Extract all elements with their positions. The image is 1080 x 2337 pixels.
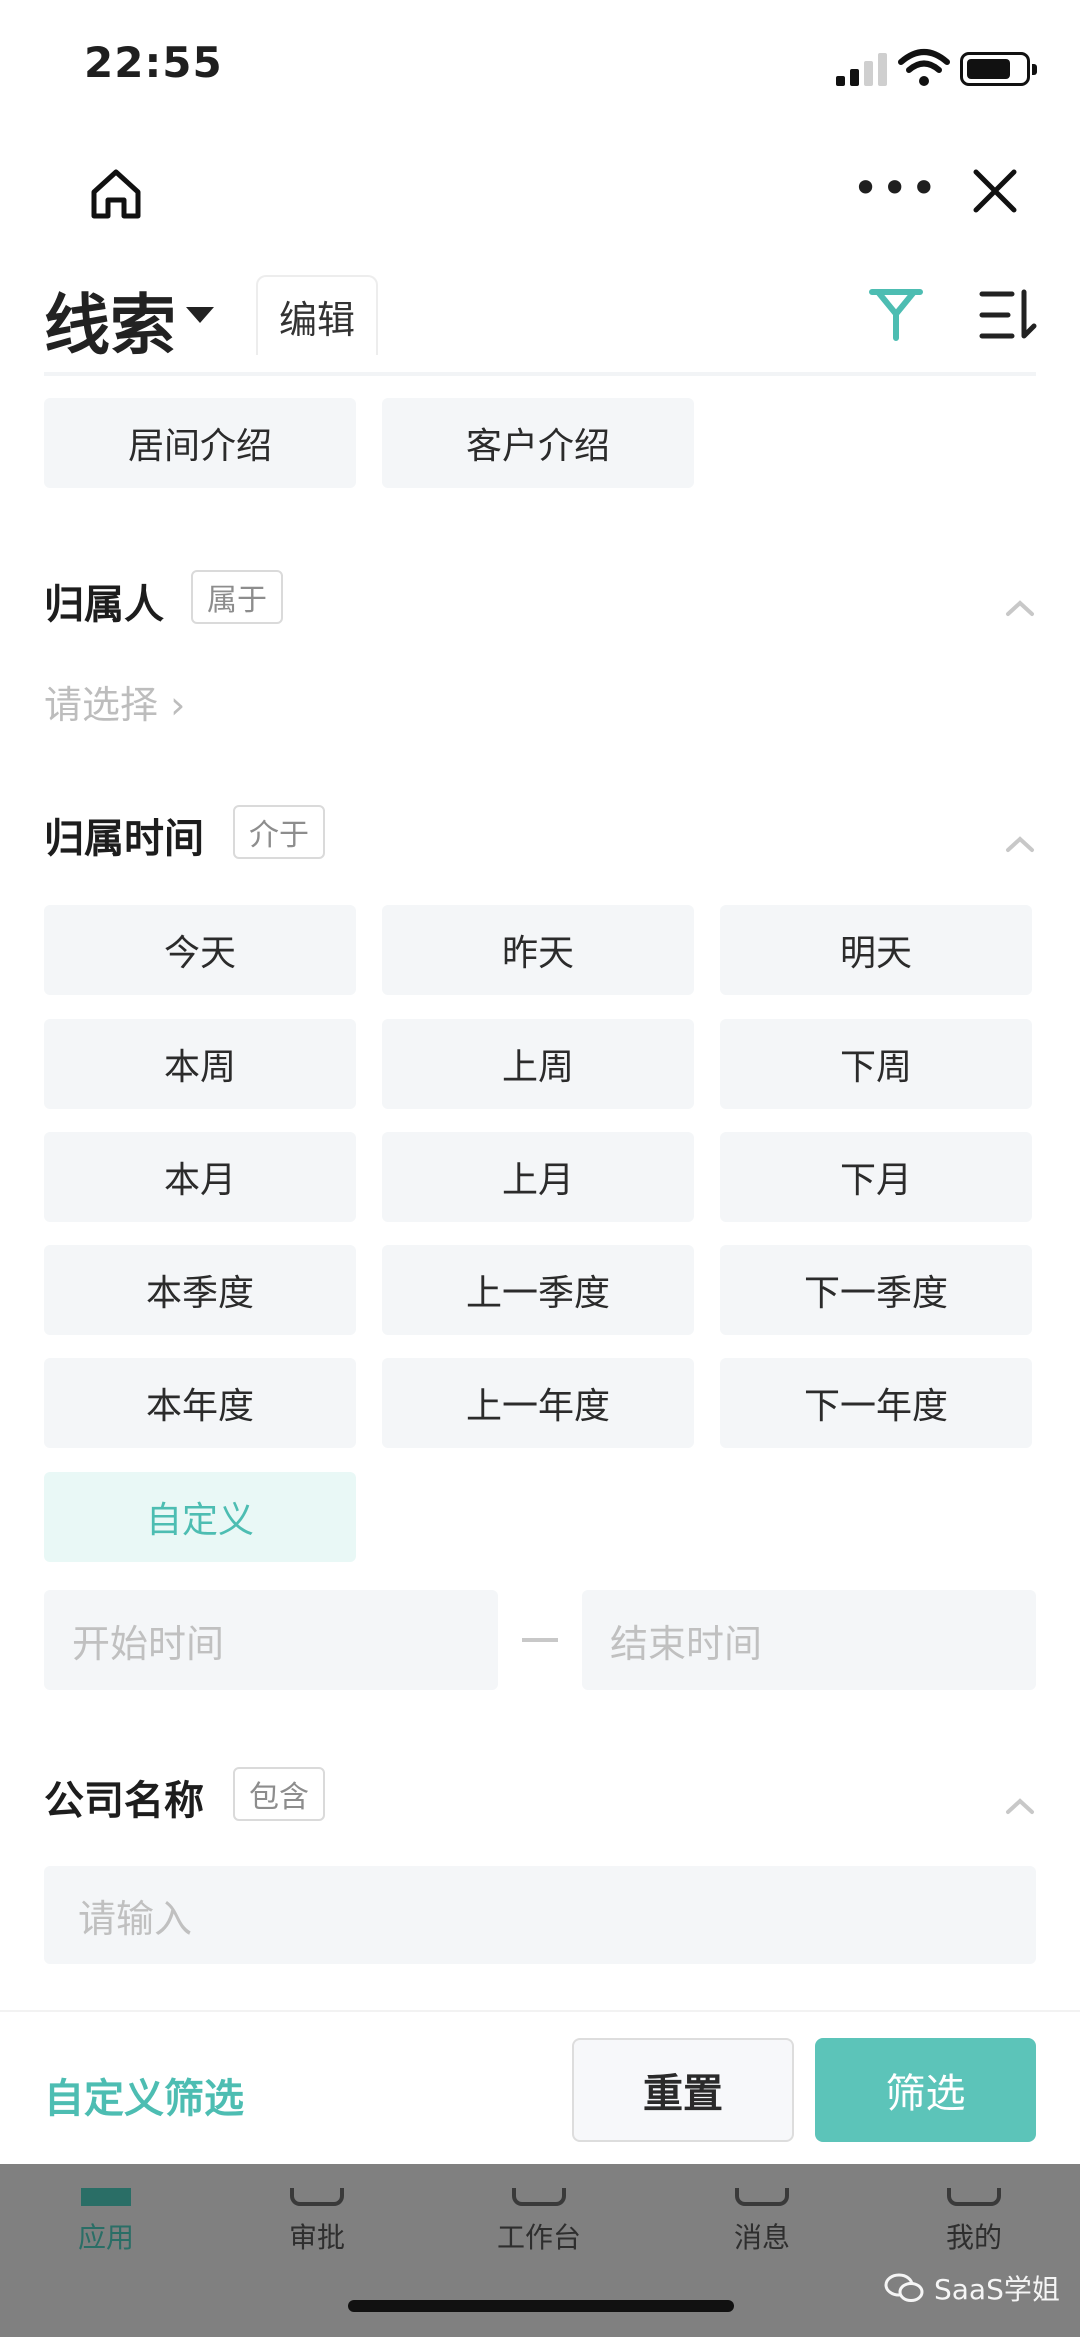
tab-apps[interactable]: 应用 [36, 2188, 176, 2256]
message-icon [735, 2188, 789, 2206]
workbench-icon [512, 2188, 566, 2206]
start-time-input[interactable]: 开始时间 [44, 1590, 498, 1690]
chevron-up-icon[interactable] [1004, 834, 1036, 854]
chip-source[interactable]: 客户介绍 [382, 398, 694, 488]
chip-last-week[interactable]: 上周 [382, 1019, 694, 1109]
chip-this-week[interactable]: 本周 [44, 1019, 356, 1109]
tab-label: 工作台 [496, 2221, 581, 2254]
chip-next-quarter[interactable]: 下一季度 [720, 1245, 1032, 1335]
time-section-title: 归属时间 [44, 816, 204, 862]
wifi-icon [898, 49, 950, 86]
approval-icon [290, 2188, 344, 2206]
caret-down-icon[interactable] [186, 307, 214, 323]
tab-label: 消息 [733, 2221, 790, 2254]
apps-icon [81, 2188, 131, 2206]
page-title[interactable]: 线索 [44, 272, 176, 368]
chip-last-year[interactable]: 上一年度 [382, 1358, 694, 1448]
chip-today[interactable]: 今天 [44, 905, 356, 995]
owner-operator-tag: 属于 [191, 570, 283, 624]
chip-next-year[interactable]: 下一年度 [720, 1358, 1032, 1448]
wechat-icon [884, 2273, 924, 2302]
end-time-input[interactable]: 结束时间 [582, 1590, 1036, 1690]
tab-label: 应用 [77, 2221, 134, 2254]
chip-source[interactable]: 居间介绍 [44, 398, 356, 488]
owner-section-title: 归属人 [44, 582, 164, 628]
home-indicator[interactable] [348, 2300, 734, 2312]
chip-next-week[interactable]: 下周 [720, 1019, 1032, 1109]
tab-messages[interactable]: 消息 [692, 2188, 832, 2256]
chip-next-month[interactable]: 下月 [720, 1132, 1032, 1222]
chip-last-month[interactable]: 上月 [382, 1132, 694, 1222]
filter-submit-button[interactable]: 筛选 [815, 2038, 1036, 2142]
company-section-title: 公司名称 [44, 1778, 204, 1824]
range-separator [522, 1638, 558, 1642]
tab-label: 审批 [288, 2221, 345, 2254]
reset-button[interactable]: 重置 [572, 2038, 794, 2142]
owner-select-label: 请选择 [44, 683, 159, 727]
custom-filter-link[interactable]: 自定义筛选 [44, 2066, 244, 2124]
tab-mine[interactable]: 我的 [904, 2188, 1044, 2256]
chip-tomorrow[interactable]: 明天 [720, 905, 1032, 995]
tab-approval[interactable]: 审批 [247, 2188, 387, 2256]
chip-yesterday[interactable]: 昨天 [382, 905, 694, 995]
company-name-input[interactable]: 请输入 [44, 1866, 1036, 1964]
chevron-up-icon[interactable] [1004, 1796, 1036, 1816]
chip-this-year[interactable]: 本年度 [44, 1358, 356, 1448]
chip-last-quarter[interactable]: 上一季度 [382, 1245, 694, 1335]
chevron-right-icon: › [170, 683, 186, 727]
status-time: 22:55 [84, 38, 223, 87]
home-icon[interactable] [88, 166, 144, 222]
tab-label: 我的 [945, 2221, 1002, 2254]
battery-icon [960, 52, 1037, 86]
time-operator-tag: 介于 [233, 805, 325, 859]
company-operator-tag: 包含 [233, 1767, 325, 1821]
more-icon[interactable]: ••• [852, 165, 937, 214]
list-icon[interactable] [978, 288, 1038, 342]
tab-workbench[interactable]: 工作台 [469, 2188, 609, 2256]
chip-this-month[interactable]: 本月 [44, 1132, 356, 1222]
watermark: SaaS学姐 [884, 2268, 1060, 2308]
signal-icon [836, 52, 888, 86]
chip-this-quarter[interactable]: 本季度 [44, 1245, 356, 1335]
close-icon[interactable] [970, 166, 1020, 216]
chevron-up-icon[interactable] [1004, 598, 1036, 618]
header-divider [44, 372, 1036, 376]
owner-select[interactable]: 请选择 › [44, 674, 185, 729]
filter-icon[interactable] [866, 284, 926, 344]
edit-tab[interactable]: 编辑 [256, 275, 378, 355]
watermark-text: SaaS学姐 [934, 2273, 1060, 2306]
chip-custom[interactable]: 自定义 [44, 1472, 356, 1562]
profile-icon [947, 2188, 1001, 2206]
